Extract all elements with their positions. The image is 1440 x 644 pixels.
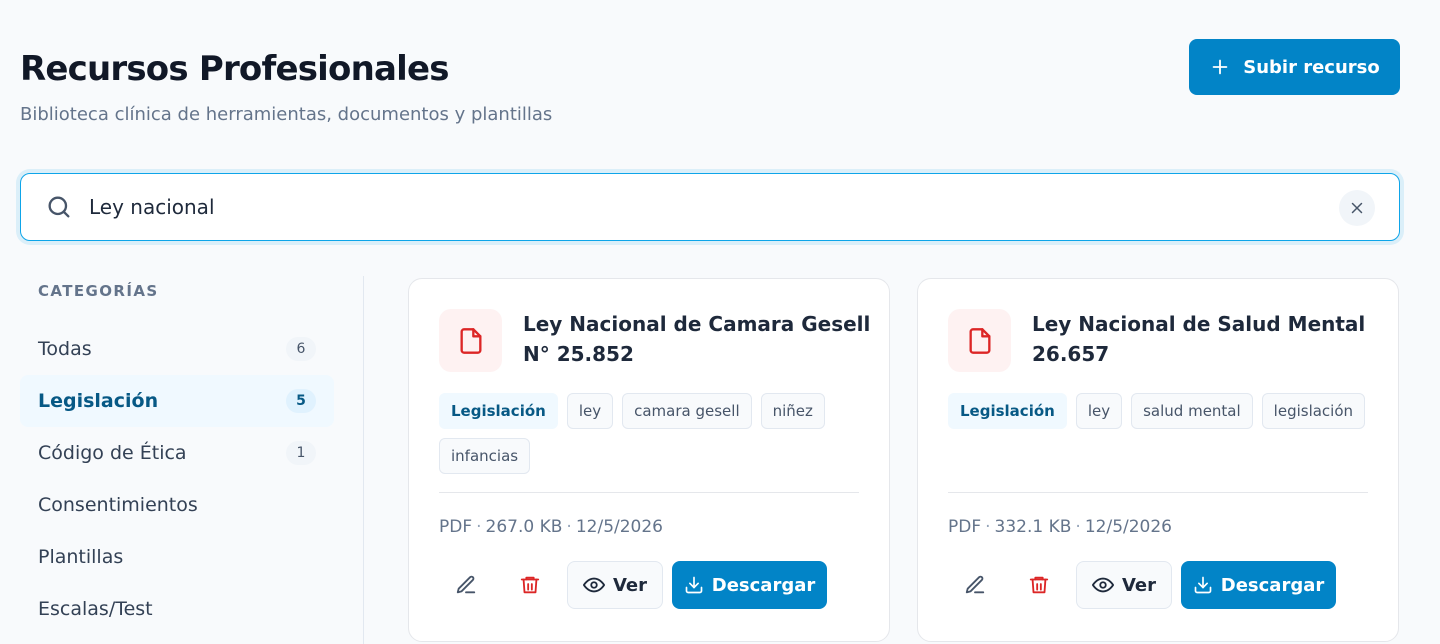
resource-card: Ley Nacional de Salud Mental 26.657 Legi…: [917, 278, 1399, 642]
page-header: Recursos Profesionales Biblioteca clínic…: [20, 46, 552, 127]
category-count: 5: [286, 389, 316, 413]
tag: infancias: [439, 438, 531, 474]
category-count: 6: [286, 337, 316, 361]
view-button[interactable]: Ver: [1076, 561, 1172, 609]
edit-icon: [456, 575, 476, 594]
category-label: Código de Ética: [38, 442, 187, 464]
resource-card: Ley Nacional de Camara Gesell N° 25.852 …: [408, 278, 890, 642]
view-button[interactable]: Ver: [567, 561, 663, 609]
tag: niñez: [760, 393, 825, 429]
divider: [439, 492, 859, 493]
edit-button[interactable]: [948, 561, 1002, 609]
view-label: Ver: [1121, 574, 1157, 596]
download-label: Descargar: [1220, 574, 1325, 596]
file-date: 12/5/2026: [1084, 517, 1172, 537]
download-button[interactable]: Descargar: [1181, 561, 1336, 609]
sidebar-heading: CATEGORÍAS: [38, 282, 159, 300]
category-item-codigo-etica[interactable]: Código de Ética 1: [20, 427, 334, 479]
category-label: Legislación: [38, 390, 159, 412]
document-icon: [969, 327, 990, 354]
trash-icon: [1029, 576, 1049, 594]
category-item-legislacion[interactable]: Legislación 5: [20, 375, 334, 427]
resource-meta: PDF · 267.0 KB · 12/5/2026: [439, 517, 663, 537]
category-tag: Legislación: [948, 393, 1067, 429]
file-size: 332.1 KB: [994, 517, 1072, 537]
document-icon: [460, 327, 481, 354]
clear-search-button[interactable]: [1339, 190, 1375, 226]
tag-list: Legislación ley camara gesell niñez infa…: [439, 393, 879, 474]
resource-meta: PDF · 332.1 KB · 12/5/2026: [948, 517, 1172, 537]
category-label: Plantillas: [38, 546, 124, 568]
resource-title: Ley Nacional de Camara Gesell N° 25.852: [523, 312, 871, 366]
card-actions: Ver Descargar: [948, 561, 1336, 609]
tag: salud mental: [1131, 393, 1253, 429]
category-item-consentimientos[interactable]: Consentimientos: [20, 479, 334, 531]
file-date: 12/5/2026: [575, 517, 663, 537]
view-label: Ver: [612, 574, 648, 596]
plus-icon: [1212, 59, 1228, 75]
search-input[interactable]: [89, 195, 1289, 219]
tag: ley: [1075, 393, 1123, 429]
tag: ley: [566, 393, 614, 429]
category-label: Escalas/Test: [38, 598, 153, 620]
delete-button[interactable]: [1012, 561, 1066, 609]
eye-icon: [582, 577, 605, 593]
edit-button[interactable]: [439, 561, 493, 609]
tag: camara gesell: [622, 393, 752, 429]
meta-separator: ·: [476, 517, 482, 537]
card-actions: Ver Descargar: [439, 561, 827, 609]
search-icon: [48, 196, 70, 218]
divider: [948, 492, 1368, 493]
category-item-escalas-test[interactable]: Escalas/Test: [20, 583, 334, 635]
download-label: Descargar: [711, 574, 816, 596]
meta-separator: ·: [985, 517, 991, 537]
file-format: PDF: [439, 517, 473, 537]
category-count: 1: [286, 441, 316, 465]
upload-resource-button[interactable]: Subir recurso: [1189, 39, 1400, 95]
delete-button[interactable]: [503, 561, 557, 609]
category-label: Todas: [38, 338, 92, 360]
page-subtitle: Biblioteca clínica de herramientas, docu…: [20, 104, 553, 125]
resource-title: Ley Nacional de Salud Mental 26.657: [1032, 312, 1366, 366]
close-icon: [1351, 202, 1363, 214]
category-item-plantillas[interactable]: Plantillas: [20, 531, 334, 583]
eye-icon: [1091, 577, 1114, 593]
document-icon-box: [948, 309, 1011, 372]
meta-separator: ·: [1075, 517, 1081, 537]
category-label: Consentimientos: [38, 494, 198, 516]
trash-icon: [520, 576, 540, 594]
file-format: PDF: [948, 517, 982, 537]
download-icon: [685, 576, 703, 594]
file-size: 267.0 KB: [485, 517, 563, 537]
tag: legislación: [1261, 393, 1366, 429]
category-tag: Legislación: [439, 393, 558, 429]
category-item-todas[interactable]: Todas 6: [20, 323, 334, 375]
tag-list: Legislación ley salud mental legislación: [948, 393, 1388, 429]
download-button[interactable]: Descargar: [672, 561, 827, 609]
search-bar: [20, 173, 1400, 241]
download-icon: [1194, 576, 1212, 594]
meta-separator: ·: [566, 517, 572, 537]
category-sidebar: CATEGORÍAS Todas 6 Legislación 5 Código …: [20, 276, 364, 644]
edit-icon: [965, 575, 985, 594]
upload-resource-label: Subir recurso: [1243, 56, 1380, 78]
page-title: Recursos Profesionales: [20, 49, 449, 89]
document-icon-box: [439, 309, 502, 372]
